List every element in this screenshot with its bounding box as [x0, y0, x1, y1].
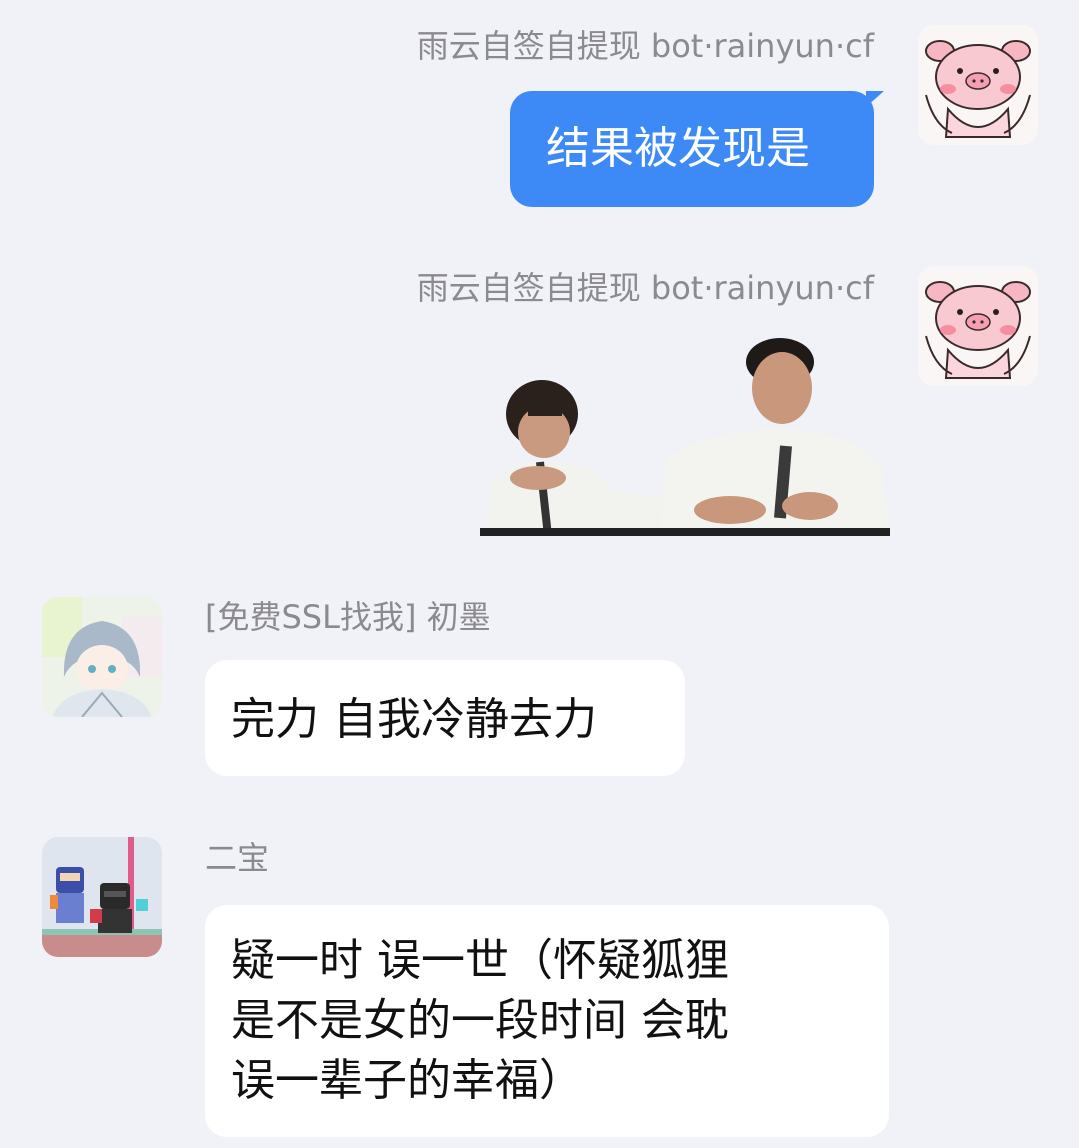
bubble-tail	[866, 91, 884, 107]
message-bubble[interactable]: 结果被发现是	[510, 91, 874, 207]
message-line: 疑一时 误一世（怀疑狐狸	[231, 935, 729, 986]
sender-name: [免费SSL找我] 初墨	[205, 598, 491, 636]
message-line: 是不是女的一段时间 会耽	[231, 995, 729, 1046]
pink-pig-avatar[interactable]	[918, 266, 1038, 386]
message-bubble[interactable]: 疑一时 误一世（怀疑狐狸 是不是女的一段时间 会耽 误一辈子的幸福）	[205, 905, 889, 1137]
pink-pig-avatar[interactable]	[918, 25, 1038, 145]
sender-name: 雨云自签自提现 bot·rainyun·cf	[416, 269, 874, 307]
message-line: 误一辈子的幸福）	[231, 1055, 583, 1106]
sticker-image[interactable]	[480, 338, 890, 537]
chat-message-list[interactable]: 雨云自签自提现 bot·rainyun·cf 结果被发现是 雨云自签自提现 bo…	[0, 0, 1079, 1148]
anime-character-avatar[interactable]	[42, 597, 162, 717]
sender-name: 雨云自签自提现 bot·rainyun·cf	[416, 27, 874, 65]
sender-name: 二宝	[205, 839, 270, 877]
message-bubble[interactable]: 完力 自我冷静去力	[205, 660, 685, 776]
pixel-game-characters-avatar[interactable]	[42, 837, 162, 957]
